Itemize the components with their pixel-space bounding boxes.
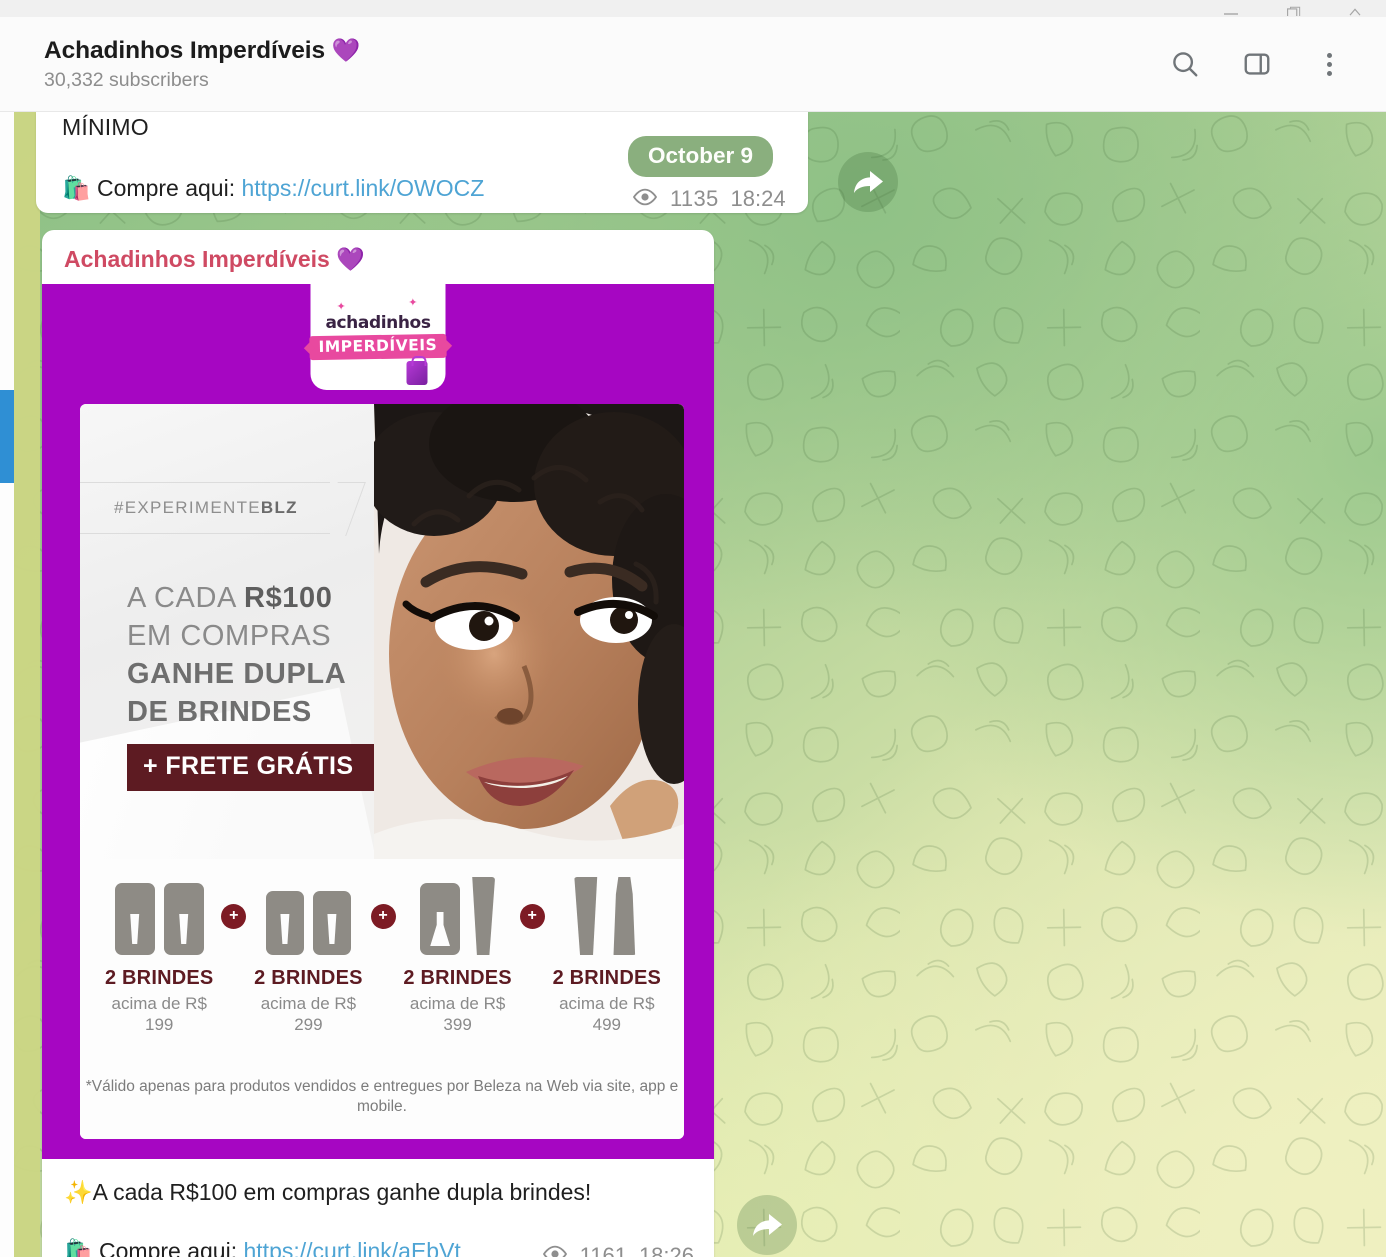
ad-gift-tier-row: 2 BRINDES acima de R$ 199 +2 BRINDES acima …: [98, 877, 668, 1035]
channel-header: Achadinhos Imperdíveis 💜 30,332 subscrib…: [0, 17, 1386, 112]
sparkle-icon-left: ✦: [336, 301, 346, 313]
previous-timestamp: 18:24: [730, 186, 786, 211]
post-message-meta: 1161 18:26: [542, 1243, 694, 1257]
ad-headline-line1-text: A CADA: [127, 582, 245, 614]
post-caption-block: ✨A cada R$100 em compras ganhe dupla bri…: [42, 1159, 714, 1257]
gift-product-icons: [546, 877, 668, 955]
ad-free-shipping-badge: + FRETE GRÁTIS: [127, 744, 376, 791]
plus-icon: +: [370, 903, 396, 929]
gift-product-icons: [247, 877, 369, 955]
message-list: MÍNIMO 🛍️ Compre aqui: https://curt.link…: [0, 112, 898, 1257]
gift-product-icons: [396, 877, 518, 955]
post-image-advertisement[interactable]: achadinhos IMPERDÍVEIS ✦ ✦ #EXPERIMENTEB…: [42, 284, 714, 1159]
sidebar-toggle-icon[interactable]: [1234, 41, 1280, 87]
forward-arrow-icon: [854, 171, 883, 193]
window-close-button[interactable]: [1324, 0, 1386, 17]
ad-hashtag-suffix: BLZ: [260, 498, 298, 517]
channel-title: Achadinhos Imperdíveis 💜: [44, 35, 360, 66]
ad-logo-line1: achadinhos: [325, 312, 431, 333]
chat-scroll-indicator[interactable]: [0, 390, 14, 483]
ad-hashtag-prefix: #EXPERIMENTE: [114, 498, 261, 517]
purple-heart-icon-header: 💜: [331, 37, 361, 63]
gift-tier: 2 BRINDES acima de R$ 199: [98, 877, 220, 1035]
plus-icon: +: [519, 903, 545, 929]
gift-tier-separator: +: [220, 877, 247, 955]
post-caption-text: A cada R$100 em compras ganhe dupla brin…: [92, 1179, 592, 1205]
previous-message-trailing-text: MÍNIMO: [62, 114, 149, 140]
ad-headline-line2: EM COMPRAS: [127, 620, 332, 652]
ad-gift-tiers: 2 BRINDES acima de R$ 199 +2 BRINDES acima …: [80, 859, 684, 1139]
ad-upper-section: #EXPERIMENTEBLZ A CADA R$100 EM COMPRAS …: [80, 404, 684, 859]
post-channel-label: Achadinhos Imperdíveis: [64, 246, 330, 272]
gift-tier: 2 BRINDES acima de R$ 399: [396, 877, 518, 1035]
purple-heart-icon: 💜: [336, 246, 365, 272]
ad-headline-line1: A CADA R$100: [127, 579, 387, 617]
ad-white-card: #EXPERIMENTEBLZ A CADA R$100 EM COMPRAS …: [80, 404, 684, 1139]
gift-tier-separator: +: [370, 877, 397, 955]
ad-brand-logo: achadinhos IMPERDÍVEIS ✦ ✦: [309, 284, 447, 390]
channel-title-block[interactable]: Achadinhos Imperdíveis 💜 30,332 subscrib…: [0, 35, 360, 93]
message-bubble-previous[interactable]: MÍNIMO 🛍️ Compre aqui: https://curt.link…: [36, 112, 808, 213]
post-channel-name[interactable]: Achadinhos Imperdíveis 💜: [42, 230, 714, 284]
ad-model-photo: [374, 404, 684, 859]
previous-message-cta: 🛍️ Compre aqui: https://curt.link/OWOCZ: [62, 172, 484, 204]
telegram-window: MÍNIMO 🛍️ Compre aqui: https://curt.link…: [0, 0, 1386, 1257]
search-icon[interactable]: [1162, 41, 1208, 87]
ad-headline-price: R$100: [244, 582, 333, 614]
post-cta-link[interactable]: https://curt.link/aEbVt: [244, 1238, 461, 1257]
gift-tier-threshold: acima de R$ 499: [559, 994, 655, 1034]
ad-headline-block: A CADA R$100 EM COMPRAS GANHE DUPLA DE B…: [127, 579, 387, 791]
gift-product-icons: [98, 877, 220, 955]
vertical-dots: [1326, 52, 1332, 76]
shopping-bags-icon: 🛍️: [62, 175, 91, 201]
sparkle-icon-right: ✦: [408, 297, 418, 309]
gift-tier-threshold: acima de R$ 299: [260, 994, 357, 1034]
header-actions: [1162, 41, 1386, 87]
gift-tier-title: 2 BRINDES: [254, 967, 363, 989]
post-cta-label: Compre aqui:: [99, 1238, 238, 1257]
subscriber-count: 30,332 subscribers: [44, 69, 209, 91]
ad-logo-bag-icon: [406, 356, 428, 385]
ad-logo-line2: IMPERDÍVEIS: [318, 335, 438, 356]
gift-tier: 2 BRINDES acima de R$ 299: [247, 877, 369, 1035]
post-caption: ✨A cada R$100 em compras ganhe dupla bri…: [64, 1177, 714, 1207]
date-chip: October 9: [628, 136, 774, 177]
gift-tier-threshold: acima de R$ 199: [111, 994, 207, 1034]
forward-button-post[interactable]: [737, 1195, 797, 1255]
gift-tier-title: 2 BRINDES: [552, 967, 662, 989]
forward-arrow-icon-post: [753, 1214, 782, 1236]
model-portrait-illustration: [374, 404, 684, 859]
channel-title-text: Achadinhos Imperdíveis: [44, 37, 325, 64]
previous-cta-link[interactable]: https://curt.link/OWOCZ: [242, 175, 485, 201]
ad-headline-line4: DE BRINDES: [127, 696, 312, 728]
views-eye-icon-post: [542, 1243, 568, 1257]
gift-tier-separator: +: [519, 877, 546, 955]
gift-tier-threshold: acima de R$ 399: [409, 994, 506, 1034]
views-eye-icon: [632, 186, 658, 212]
previous-cta-label: Compre aqui:: [97, 175, 236, 201]
window-maximize-button[interactable]: [1262, 0, 1324, 17]
gift-tier-title: 2 BRINDES: [104, 967, 214, 989]
plus-icon: +: [221, 903, 247, 929]
previous-message-meta: 1135 18:24: [632, 186, 786, 212]
window-title-bar: [0, 0, 1386, 17]
gift-tier: 2 BRINDES acima de R$ 499: [546, 877, 668, 1035]
forward-button-previous[interactable]: [838, 152, 898, 212]
ad-headline-line3: GANHE DUPLA: [127, 658, 347, 690]
window-minimize-button[interactable]: [1200, 0, 1262, 17]
ad-hashtag: #EXPERIMENTEBLZ: [114, 496, 298, 520]
ad-fine-print: *Válido apenas para produtos vendidos e …: [85, 1078, 679, 1115]
shopping-bags-icon-post: 🛍️: [64, 1238, 93, 1257]
previous-view-count: 1135: [670, 186, 719, 211]
post-view-count: 1161: [579, 1243, 627, 1257]
more-menu-icon[interactable]: [1306, 41, 1352, 87]
sparkles-icon: ✨: [64, 1179, 93, 1205]
post-timestamp: 18:26: [638, 1243, 694, 1257]
gift-tier-title: 2 BRINDES: [403, 967, 512, 989]
message-bubble-post[interactable]: Achadinhos Imperdíveis 💜 achadinhos IMPE…: [42, 230, 714, 1257]
window-controls: [1200, 0, 1386, 17]
